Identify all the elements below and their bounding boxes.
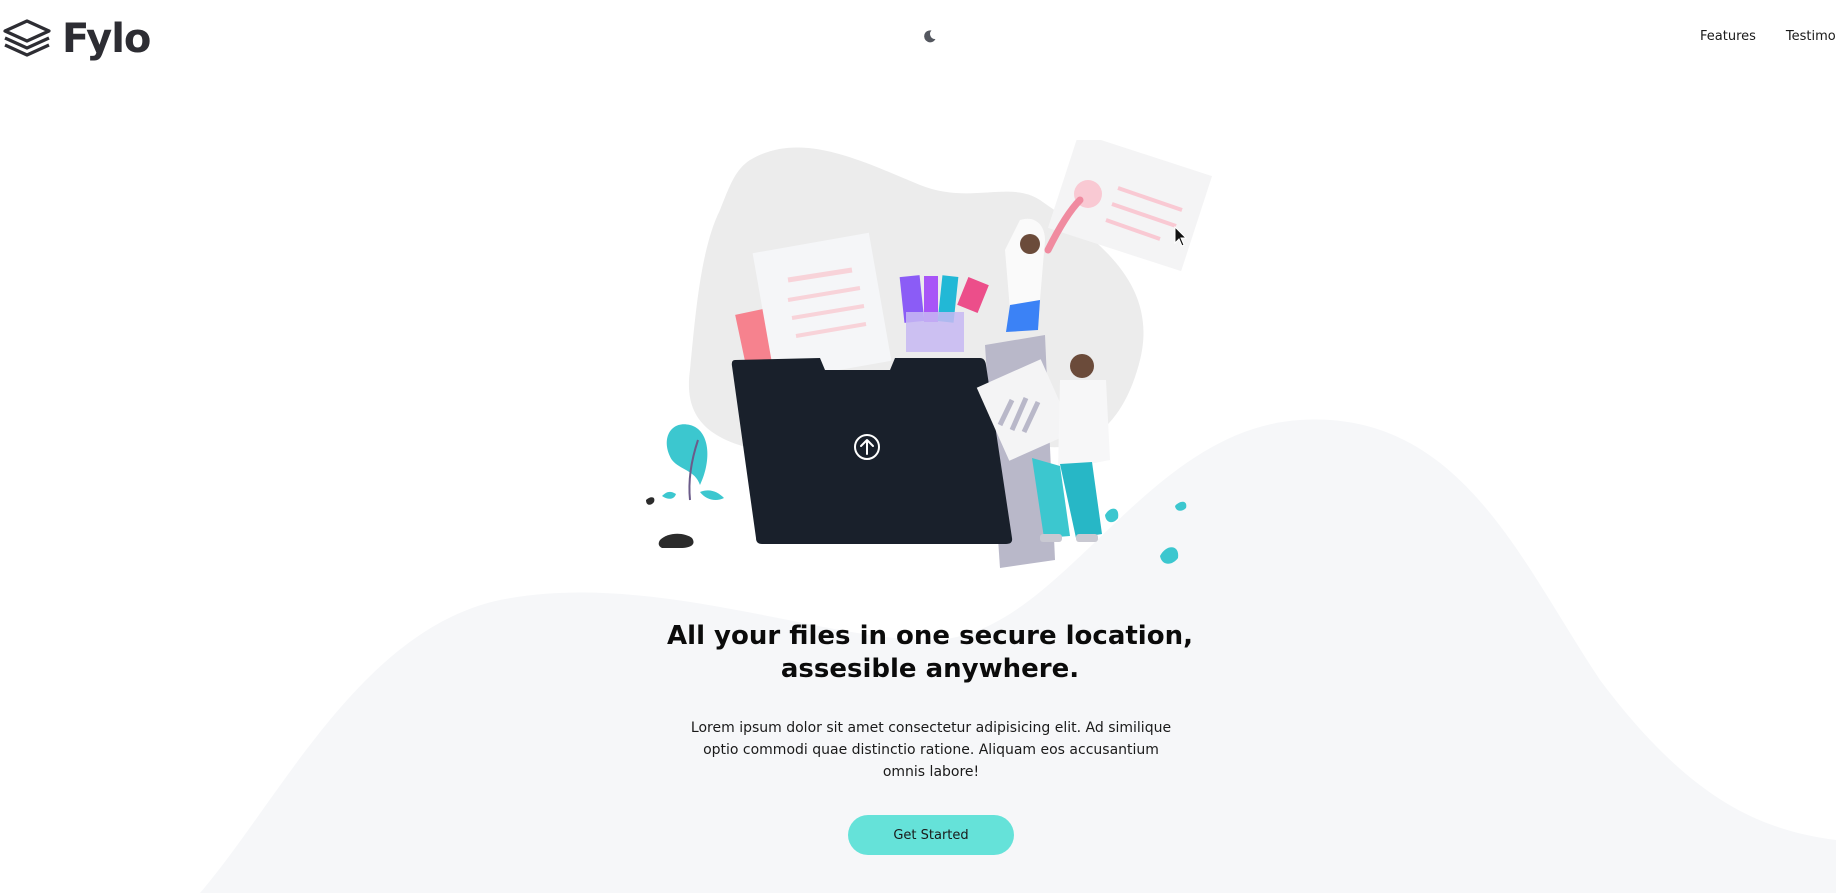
logo[interactable]: Fylo bbox=[2, 16, 151, 62]
nav-link-features[interactable]: Features bbox=[1700, 28, 1756, 45]
site-header: Fylo Features Testimonials bbox=[0, 0, 1836, 74]
get-started-button[interactable]: Get Started bbox=[848, 815, 1014, 855]
nav-link-testimonials[interactable]: Testimonials bbox=[1786, 28, 1836, 45]
theme-toggle-button[interactable] bbox=[922, 28, 938, 44]
main-nav: Features Testimonials bbox=[1700, 28, 1836, 45]
layers-logo-icon bbox=[3, 19, 51, 57]
hero-description: Lorem ipsum dolor sit amet consectetur a… bbox=[690, 720, 1172, 780]
moon-icon bbox=[924, 30, 936, 43]
hero-title: All your files in one secure location, a… bbox=[667, 621, 1193, 684]
hero-illustration bbox=[646, 140, 1213, 568]
logo-text: Fylo bbox=[62, 16, 151, 62]
mouse-cursor-icon bbox=[1174, 226, 1188, 247]
